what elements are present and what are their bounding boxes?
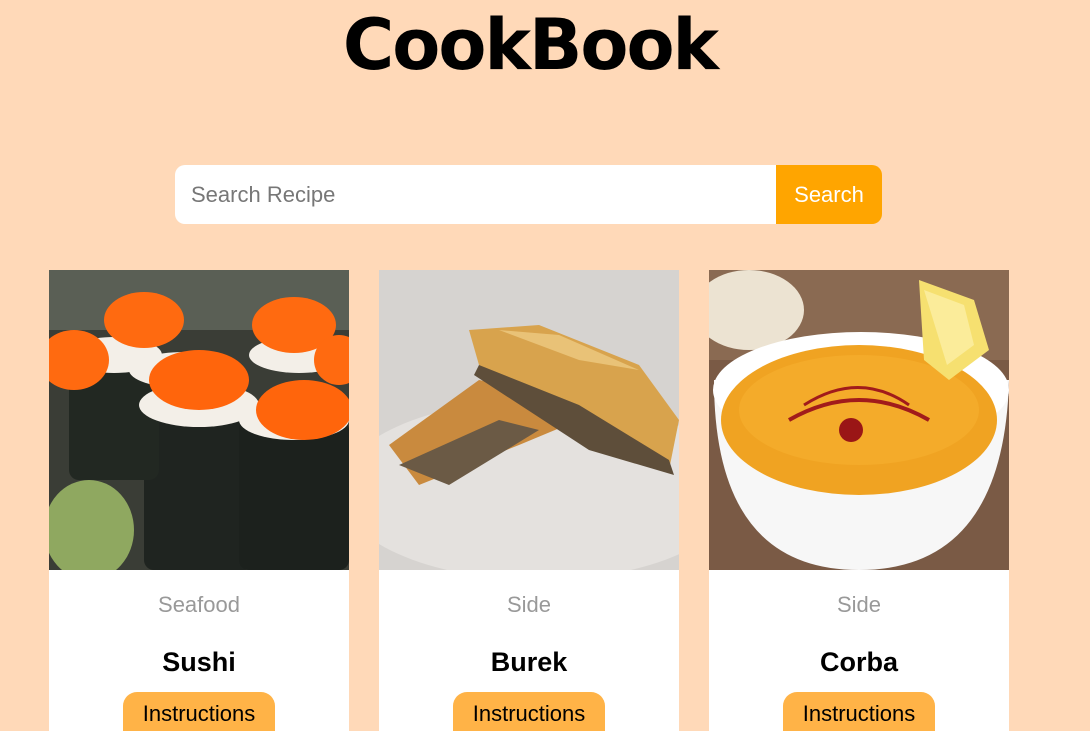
instructions-button[interactable]: Instructions: [453, 692, 605, 731]
recipe-image-sushi[interactable]: [49, 270, 349, 570]
recipe-image-corba[interactable]: [709, 270, 1009, 570]
recipe-category: Seafood: [158, 592, 240, 617]
recipe-card-corba: Side Corba Instructions: [709, 270, 1009, 731]
recipe-image-burek[interactable]: [379, 270, 679, 570]
search-input[interactable]: [175, 165, 776, 224]
page-title: CookBook: [342, 4, 719, 86]
recipe-card-sushi: Seafood Sushi Instructions: [49, 270, 349, 731]
search-button[interactable]: Search: [776, 165, 882, 224]
recipe-category: Side: [506, 592, 552, 617]
instructions-button[interactable]: Instructions: [783, 692, 935, 731]
recipe-category: Side: [836, 592, 882, 617]
recipe-card-burek: Side Burek Instructions: [379, 270, 679, 731]
recipe-name: Burek: [490, 647, 568, 677]
recipe-name: Corba: [819, 647, 898, 677]
instructions-button[interactable]: Instructions: [123, 692, 275, 731]
recipe-name: Sushi: [162, 647, 236, 677]
search-bar: Search: [175, 165, 882, 224]
